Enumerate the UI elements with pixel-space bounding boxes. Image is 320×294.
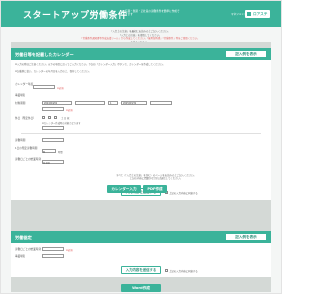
section2-agree-label: 上記の入力内容に同意する [169, 269, 198, 273]
logo-icon [247, 12, 251, 16]
holiday-extra-input[interactable] [42, 126, 64, 130]
foot-line-2: 上記の内容に問題がなければ送信してください。 [129, 177, 183, 181]
field-label-start-time-2: 労働日ごとの始業時刻 [15, 248, 41, 251]
section1-note-1: ※入力の際はご注意ください。以下の項目に沿ってご入力ください。下記の「カレンダー… [15, 63, 165, 66]
start-time-input-2[interactable] [42, 247, 64, 251]
section1-note-2: ※記載例に従い、カレンダーの年月日を入力の上、保存してください。 [15, 70, 91, 73]
holiday-sat-checkbox[interactable] [42, 116, 45, 119]
field-label-start-time: 労働日ごとの始業時刻 [15, 158, 41, 161]
section1-title: 労働日等を記載したカレンダー [15, 51, 74, 57]
logo-text: ロアステ [253, 12, 268, 16]
field-label-workplace-2: 事業場名 [15, 255, 26, 258]
period-end-select[interactable]: 2025/03/31 [121, 101, 147, 105]
field-label-period: 対象期間 [15, 102, 26, 105]
required-mark: ※必須 [57, 86, 64, 90]
section1-foot-note: すべて（「入力上の注意」を含む）のページをお読みの上ご記入ください。 上記の内容… [71, 174, 241, 181]
word-create-button[interactable]: Word作成 [121, 284, 161, 292]
section2-example-button[interactable]: 記入例を表示 [225, 233, 267, 241]
period-count-select[interactable]: 1 [108, 101, 118, 105]
field-label-work-hours: 労働時間 [15, 139, 26, 142]
section2-required-mark: ※必須 [66, 248, 73, 252]
form-divider [21, 133, 261, 134]
period-start-day-input[interactable] [75, 101, 105, 105]
period-start-select[interactable]: 2024/04/01 [42, 101, 72, 105]
section2-title: 労働協定 [15, 234, 32, 240]
app-title: スタートアップ労働条件 [23, 10, 128, 20]
section2-form: 労働日ごとの始業時刻 ※必須 事業場名 入力内容を送信する 上記の入力内容に同意… [11, 243, 271, 277]
period-required-mark: ※必須 [66, 108, 73, 112]
section1-example-button[interactable]: 記入例を表示 [225, 50, 267, 58]
field-label-fiscal-year: カレンダー年度 [15, 83, 34, 86]
work-hours-input[interactable] [42, 138, 64, 142]
section1-form: ※入力の際はご注意ください。以下の項目に沿ってご入力ください。下記の「カレンダー… [11, 60, 271, 210]
holiday-values: 土 日 祝 [61, 117, 70, 120]
workplace-input-2[interactable] [42, 254, 64, 258]
section2-submit-button[interactable]: 入力内容を送信する [121, 266, 161, 274]
start-time-input[interactable]: 9:00 [42, 160, 64, 165]
period-note-input[interactable] [42, 107, 64, 111]
section1-agree-label: 上記の入力内容に同意する [169, 191, 198, 195]
holiday-national-checkbox[interactable] [54, 116, 57, 119]
period-end-day-input[interactable] [150, 101, 172, 105]
daily-hours-unit: 時間 [58, 150, 63, 154]
field-label-daily-hours: 1日の所定労働時間 [15, 147, 38, 150]
app-subtitle: 有期・無期・正社員の労働条件を簡単に作成できます [125, 10, 180, 17]
section2-header: 労働協定 記入例を表示 [11, 231, 271, 243]
calendar-input-button[interactable]: カレンダー入力 [107, 185, 141, 193]
field-label-workplace: 事業場名 [15, 94, 26, 97]
fiscal-year-input[interactable] [33, 85, 55, 89]
brand-logo[interactable]: ロアステ [245, 10, 270, 18]
field-label-holidays: 休日（所定休日） [15, 117, 36, 120]
holiday-sun-checkbox[interactable] [48, 116, 51, 119]
app-header: スタートアップ労働条件 有期・無期・正社員の労働条件を簡単に作成できます マネジ… [1, 1, 281, 27]
section1-header: 労働日等を記載したカレンダー 記入例を表示 [11, 48, 271, 60]
section2-agree-checkbox[interactable] [165, 268, 168, 272]
holiday-hint: ※カレンダー作成時の対象となります [42, 122, 81, 125]
pdf-create-button[interactable]: PDF作成 [143, 185, 167, 193]
daily-hours-input[interactable]: 8 [42, 149, 56, 154]
